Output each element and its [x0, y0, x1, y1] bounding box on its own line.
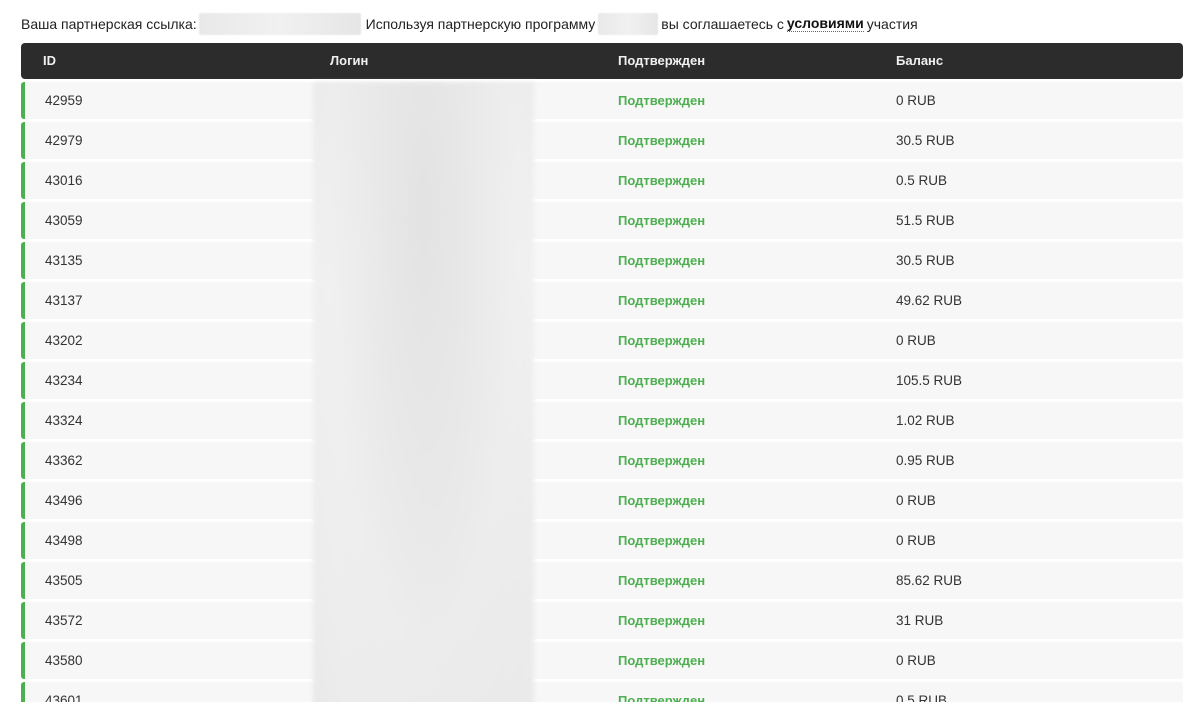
table-row: 42979 Подтвержден 30.5 RUB	[21, 122, 1183, 159]
header-status: Подтвержден	[618, 53, 706, 68]
row-balance: 30.5 RUB	[896, 253, 955, 268]
row-status: Подтвержден	[618, 573, 706, 588]
row-id: 43580	[45, 653, 83, 668]
row-id: 43016	[45, 173, 83, 188]
table-row: 43059 Подтвержден 51.5 RUB	[21, 202, 1183, 239]
header-id: ID	[43, 53, 56, 68]
table-row: 43496 Подтвержден 0 RUB	[21, 482, 1183, 519]
terms-link[interactable]: условиями	[786, 16, 864, 32]
row-status: Подтвержден	[618, 493, 706, 508]
table-row: 43498 Подтвержден 0 RUB	[21, 522, 1183, 559]
table-row: 43135 Подтвержден 30.5 RUB	[21, 242, 1183, 279]
referral-tail-text: участия	[866, 16, 918, 32]
table-row: 43324 Подтвержден 1.02 RUB	[21, 402, 1183, 439]
row-balance: 0.5 RUB	[896, 173, 948, 188]
row-status: Подтвержден	[618, 253, 706, 268]
table-row: 43202 Подтвержден 0 RUB	[21, 322, 1183, 359]
row-id: 43135	[45, 253, 83, 268]
row-balance: 1.02 RUB	[896, 413, 955, 428]
table-row: 43505 Подтвержден 85.62 RUB	[21, 562, 1183, 599]
row-balance: 85.62 RUB	[896, 573, 963, 588]
row-balance: 105.5 RUB	[896, 373, 963, 388]
row-status: Подтвержден	[618, 693, 706, 702]
row-id: 43234	[45, 373, 83, 388]
table-row: 42959 Подтвержден 0 RUB	[21, 82, 1183, 119]
row-id: 43601	[45, 693, 83, 702]
row-id: 43572	[45, 613, 83, 628]
row-status: Подтвержден	[618, 133, 706, 148]
program-name-redacted	[598, 13, 659, 35]
row-id: 43498	[45, 533, 83, 548]
row-status: Подтвержден	[618, 213, 706, 228]
row-status: Подтвержден	[618, 613, 706, 628]
row-id: 43362	[45, 453, 83, 468]
row-balance: 30.5 RUB	[896, 133, 955, 148]
row-status: Подтвержден	[618, 333, 706, 348]
row-balance: 0 RUB	[896, 493, 936, 508]
row-balance: 0.5 RUB	[896, 693, 948, 702]
row-balance: 51.5 RUB	[896, 213, 955, 228]
row-status: Подтвержден	[618, 173, 706, 188]
table-row: 43234 Подтвержден 105.5 RUB	[21, 362, 1183, 399]
row-balance: 0 RUB	[896, 653, 936, 668]
referral-label: Ваша партнерская ссылка:	[21, 16, 197, 32]
header-balance: Баланс	[896, 53, 944, 68]
row-id: 43137	[45, 293, 83, 308]
referrals-table: ID Логин Подтвержден Баланс 42959 Подтвер…	[21, 43, 1183, 702]
row-id: 43202	[45, 333, 83, 348]
row-status: Подтвержден	[618, 533, 706, 548]
row-status: Подтвержден	[618, 293, 706, 308]
table-body: 42959 Подтвержден 0 RUB 42979 Подтвержден 30.…	[21, 82, 1183, 702]
referral-link-redacted[interactable]	[198, 13, 361, 35]
row-balance: 0 RUB	[896, 533, 936, 548]
row-balance: 49.62 RUB	[896, 293, 963, 308]
row-id: 42979	[45, 133, 83, 148]
table-row: 43601 Подтвержден 0.5 RUB	[21, 682, 1183, 702]
table-row: 43572 Подтвержден 31 RUB	[21, 602, 1183, 639]
table-row: 43362 Подтвержден 0.95 RUB	[21, 442, 1183, 479]
row-status: Подтвержден	[618, 653, 706, 668]
row-id: 42959	[45, 93, 83, 108]
row-id: 43324	[45, 413, 83, 428]
row-status: Подтвержден	[618, 413, 706, 428]
row-balance: 0.95 RUB	[896, 453, 955, 468]
table-header: ID Логин Подтвержден Баланс	[21, 43, 1183, 79]
row-status: Подтвержден	[618, 93, 706, 108]
table-row: 43016 Подтвержден 0.5 RUB	[21, 162, 1183, 199]
row-balance: 0 RUB	[896, 333, 936, 348]
row-balance: 31 RUB	[896, 613, 944, 628]
header-login: Логин	[330, 53, 369, 68]
referral-info-line: Ваша партнерская ссылка: Используя партн…	[21, 12, 918, 36]
row-id: 43496	[45, 493, 83, 508]
row-status: Подтвержден	[618, 373, 706, 388]
referral-agree-text: вы соглашаетесь с	[661, 16, 784, 32]
row-id: 43505	[45, 573, 83, 588]
row-status: Подтвержден	[618, 453, 706, 468]
affiliate-page: Ваша партнерская ссылка: Используя партн…	[0, 0, 1200, 702]
table-row: 43580 Подтвержден 0 RUB	[21, 642, 1183, 679]
row-id: 43059	[45, 213, 83, 228]
referral-middle-text: Используя партнерскую программу	[365, 16, 596, 32]
row-balance: 0 RUB	[896, 93, 936, 108]
table-row: 43137 Подтвержден 49.62 RUB	[21, 282, 1183, 319]
